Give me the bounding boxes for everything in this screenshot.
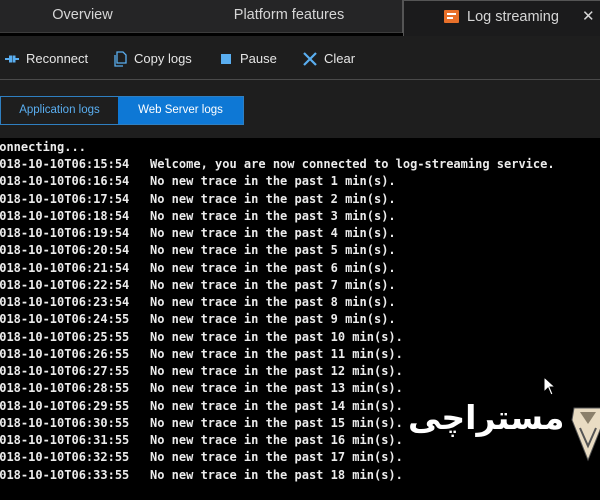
log-message: No new trace in the past 18 min(s).: [150, 467, 403, 482]
log-message: No new trace in the past 5 min(s).: [150, 243, 396, 258]
log-line: 2018-10-10T06:21:54 No new trace in the p…: [0, 260, 396, 277]
log-line: 2018-10-10T06:31:55 No new trace in the p…: [0, 432, 403, 449]
log-message: No new trace in the past 9 min(s).: [150, 312, 396, 327]
log-message: No new trace in the past 17 min(s).: [150, 450, 403, 465]
reconnect-label: Reconnect: [26, 51, 89, 66]
watermark-text: مستراچی: [408, 398, 565, 437]
pause-icon: [221, 54, 231, 64]
clear-button[interactable]: Clear: [302, 48, 362, 70]
tab-log-streaming-label: Log streaming: [467, 9, 559, 25]
log-timestamp: 2018-10-10T06:26:55: [0, 346, 130, 361]
application-logs-option[interactable]: Application logs: [1, 97, 118, 124]
log-timestamp: 2018-10-10T06:27:55: [0, 364, 130, 378]
log-line: 2018-10-10T06:15:54 Welcome, you are now …: [0, 156, 555, 173]
log-message: No new trace in the past 4 min(s).: [150, 226, 396, 240]
pause-button[interactable]: Pause: [218, 48, 280, 70]
log-message: No new trace in the past 10 min(s).: [150, 329, 403, 344]
log-line: 2018-10-10T06:25:55 No new trace in the p…: [0, 329, 403, 346]
clear-label: Clear: [324, 51, 356, 66]
log-line: 2018-10-10T06:26:55 No new trace in the p…: [0, 346, 403, 363]
log-line: 2018-10-10T06:30:55 No new trace in the p…: [0, 415, 403, 432]
copy-logs-button[interactable]: Copy logs: [112, 48, 197, 70]
log-timestamp: 2018-10-10T06:33:55: [0, 467, 130, 482]
console-status: Connecting...: [0, 140, 86, 154]
log-message: No new trace in the past 1 min(s).: [150, 174, 396, 189]
log-line: 2018-10-10T06:33:55 No new trace in the p…: [0, 467, 403, 484]
log-line: 2018-10-10T06:24:55 No new trace in the p…: [0, 311, 396, 328]
close-icon[interactable]: ✕: [582, 1, 595, 32]
log-message: No new trace in the past 13 min(s).: [150, 381, 403, 396]
log-timestamp: 2018-10-10T06:19:54: [0, 226, 130, 240]
log-message: No new trace in the past 15 min(s).: [150, 415, 403, 430]
log-console[interactable]: Connecting... 2018-10-10T06:15:54 Welcome…: [0, 138, 600, 500]
log-line: 2018-10-10T06:32:55 No new trace in the p…: [0, 449, 403, 466]
log-line: 2018-10-10T06:17:54 No new trace in the p…: [0, 191, 396, 208]
log-timestamp: 2018-10-10T06:30:55: [0, 415, 130, 430]
log-line: 2018-10-10T06:27:55 No new trace in the p…: [0, 363, 403, 380]
log-line: 2018-10-10T06:16:54 No new trace in the p…: [0, 173, 396, 190]
log-timestamp: 2018-10-10T06:17:54: [0, 191, 130, 206]
log-timestamp: 2018-10-10T06:15:54: [0, 157, 130, 171]
log-line: 2018-10-10T06:18:54 No new trace in the p…: [0, 208, 396, 225]
log-timestamp: 2018-10-10T06:21:54: [0, 260, 130, 275]
log-timestamp: 2018-10-10T06:28:55: [0, 381, 130, 396]
log-timestamp: 2018-10-10T06:22:54: [0, 277, 130, 292]
log-message: No new trace in the past 14 min(s).: [150, 398, 403, 413]
reconnect-button[interactable]: Reconnect: [4, 48, 94, 70]
x-icon: [303, 52, 317, 66]
web-server-logs-option[interactable]: Web Server logs: [118, 97, 243, 124]
log-message: No new trace in the past 3 min(s).: [150, 208, 396, 223]
log-message: No new trace in the past 7 min(s).: [150, 277, 396, 292]
log-timestamp: 2018-10-10T06:23:54: [0, 295, 130, 309]
log-type-bar: Application logs Web Server logs: [0, 80, 600, 138]
log-streaming-icon: [444, 10, 459, 23]
log-timestamp: 2018-10-10T06:31:55: [0, 433, 130, 447]
log-timestamp: 2018-10-10T06:24:55: [0, 312, 130, 327]
log-message: No new trace in the past 11 min(s).: [150, 346, 403, 361]
log-timestamp: 2018-10-10T06:20:54: [0, 243, 130, 258]
log-timestamp: 2018-10-10T06:25:55: [0, 329, 130, 344]
log-message: No new trace in the past 8 min(s).: [150, 295, 396, 309]
log-line: 2018-10-10T06:29:55 No new trace in the p…: [0, 398, 403, 415]
log-message: No new trace in the past 12 min(s).: [150, 364, 403, 378]
log-message: Welcome, you are now connected to log-st…: [150, 157, 555, 171]
tab-log-streaming[interactable]: Log streaming ✕: [403, 0, 600, 36]
log-type-toggle: Application logs Web Server logs: [0, 96, 244, 125]
tab-bar: Overview Platform features Log streaming…: [0, 0, 600, 36]
log-line: 2018-10-10T06:28:55 No new trace in the p…: [0, 380, 403, 397]
log-line: 2018-10-10T06:19:54 No new trace in the p…: [0, 225, 396, 242]
log-timestamp: 2018-10-10T06:29:55: [0, 398, 130, 413]
log-timestamp: 2018-10-10T06:18:54: [0, 208, 130, 223]
log-message: No new trace in the past 16 min(s).: [150, 433, 403, 447]
tab-overview[interactable]: Overview: [0, 0, 165, 33]
toolbar: Reconnect Copy logs Pause Clear: [0, 36, 600, 80]
pause-label: Pause: [240, 51, 277, 66]
log-timestamp: 2018-10-10T06:32:55: [0, 450, 130, 465]
log-line: 2018-10-10T06:20:54 No new trace in the p…: [0, 242, 396, 259]
log-timestamp: 2018-10-10T06:16:54: [0, 174, 130, 189]
log-line: 2018-10-10T06:22:54 No new trace in the p…: [0, 277, 396, 294]
log-message: No new trace in the past 6 min(s).: [150, 260, 396, 275]
tab-platform-features[interactable]: Platform features: [185, 0, 393, 33]
mouse-cursor-icon: [543, 376, 557, 396]
copy-logs-label: Copy logs: [134, 51, 192, 66]
log-line: 2018-10-10T06:23:54 No new trace in the p…: [0, 294, 396, 311]
plug-icon: [5, 55, 19, 63]
copy-icon: [114, 51, 127, 67]
log-message: No new trace in the past 2 min(s).: [150, 191, 396, 206]
watermark-logo-icon: [571, 407, 600, 462]
